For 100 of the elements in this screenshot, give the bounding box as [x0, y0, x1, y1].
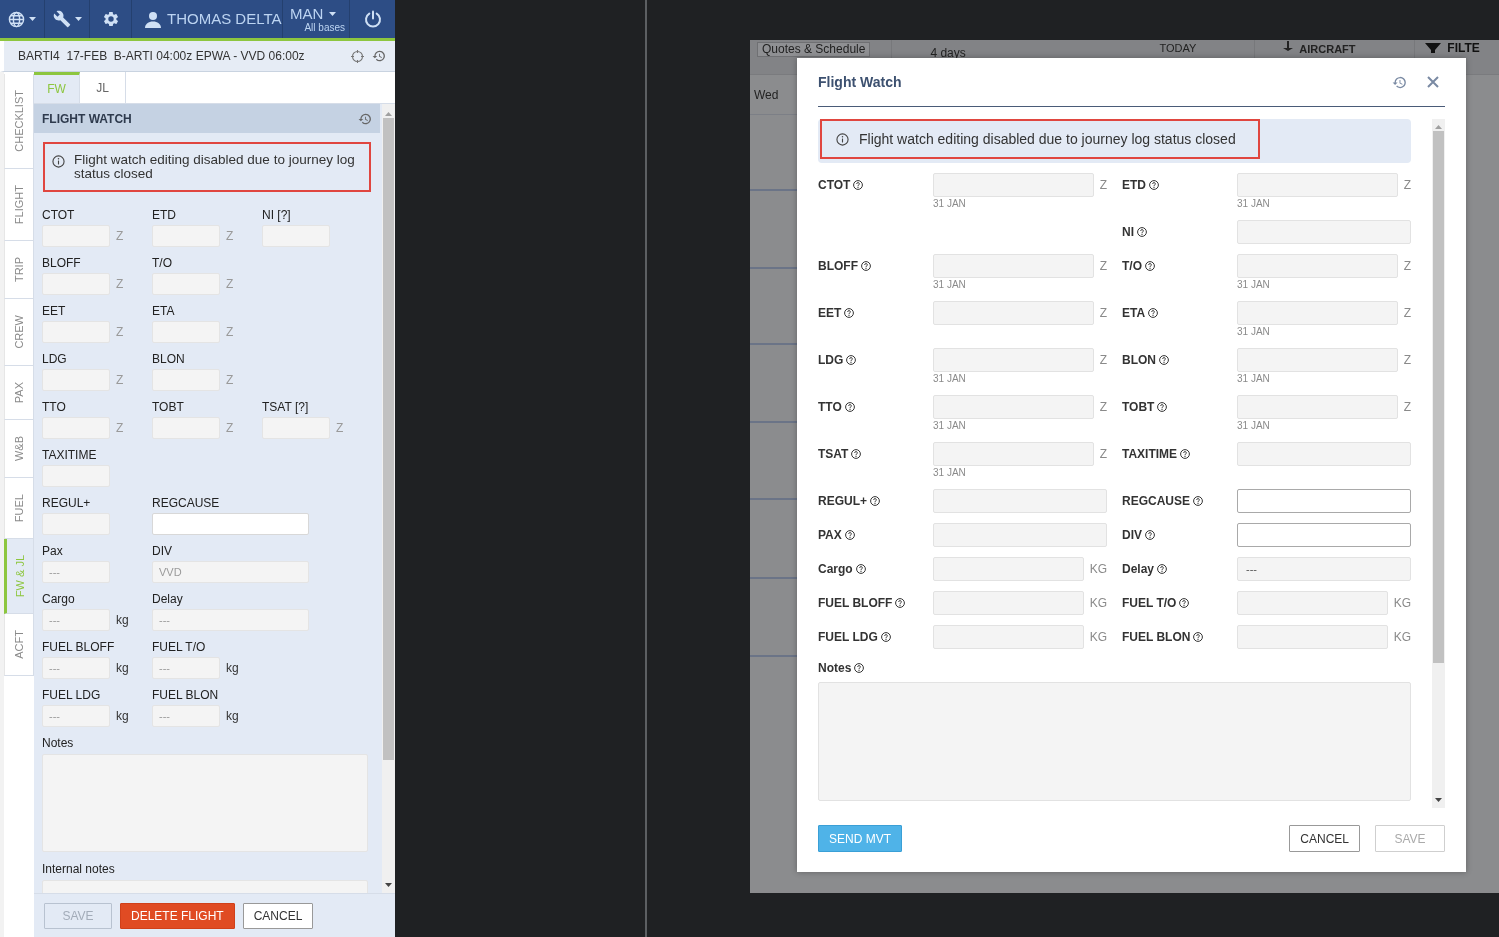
- unit-label: Z: [1403, 177, 1411, 194]
- help-icon[interactable]: [1145, 530, 1155, 540]
- field-label: BLOFF: [818, 258, 858, 275]
- field-label: LDG: [818, 352, 844, 369]
- help-icon[interactable]: [1145, 261, 1155, 271]
- action-button[interactable]: DELETE FLIGHT: [120, 902, 235, 929]
- date-label: 31 JAN: [1237, 419, 1271, 432]
- help-icon[interactable]: [895, 598, 906, 608]
- field-label: Cargo: [42, 591, 76, 607]
- unit-label: Z: [116, 228, 124, 245]
- help-icon[interactable]: [1137, 227, 1147, 237]
- help-icon[interactable]: [880, 632, 891, 642]
- help-icon[interactable]: [854, 663, 865, 673]
- field-label: FUEL T/O: [152, 639, 207, 655]
- scroll-down-icon[interactable]: [385, 883, 392, 887]
- date-label: 31 JAN: [933, 419, 967, 432]
- field-label: Cargo: [818, 561, 853, 578]
- help-icon[interactable]: [851, 449, 862, 459]
- action-button[interactable]: CANCEL: [1289, 825, 1360, 852]
- scrollbar-thumb[interactable]: [383, 118, 394, 760]
- unit-label: Z: [1099, 446, 1107, 463]
- field-label: TOBT: [1122, 399, 1155, 416]
- unit-label: KG: [1393, 629, 1411, 646]
- scroll-down-icon[interactable]: [1435, 798, 1442, 802]
- caret-icon: [29, 17, 36, 21]
- help-icon[interactable]: [1179, 598, 1190, 608]
- history-icon[interactable]: [1392, 74, 1407, 90]
- help-icon[interactable]: [1148, 308, 1159, 318]
- field-label: FUEL T/O: [1122, 595, 1177, 612]
- help-icon[interactable]: [846, 355, 857, 365]
- field-label: Delay: [152, 591, 184, 607]
- field-label: TTO: [42, 399, 67, 415]
- history-icon[interactable]: [358, 111, 372, 126]
- side-tab[interactable]: W&B: [4, 419, 34, 478]
- history-icon[interactable]: [372, 49, 386, 63]
- scroll-up-icon[interactable]: [1435, 125, 1442, 129]
- input-field[interactable]: [1237, 523, 1411, 547]
- side-tab[interactable]: PAX: [4, 365, 34, 420]
- unit-label: Z: [226, 372, 234, 389]
- field-label: BLON: [1122, 352, 1156, 369]
- unit-label: Z: [116, 372, 124, 389]
- help-icon[interactable]: [1193, 496, 1203, 506]
- date-label: 31 JAN: [933, 466, 967, 479]
- date-label: 31 JAN: [1237, 372, 1271, 385]
- range-label: 4 days: [930, 46, 966, 60]
- side-tab[interactable]: CREW: [4, 298, 34, 366]
- unit-label: kg: [226, 708, 239, 725]
- field-label: FUEL BLON: [1122, 629, 1191, 646]
- scrollbar-thumb[interactable]: [1433, 131, 1444, 663]
- field-label: FUEL BLOFF: [42, 639, 116, 655]
- help-icon[interactable]: [855, 564, 866, 574]
- help-icon[interactable]: [844, 530, 855, 540]
- field-label: TSAT: [818, 446, 849, 463]
- unit-label: kg: [116, 612, 129, 629]
- help-icon[interactable]: [861, 261, 871, 271]
- side-tab[interactable]: CHECKLIST: [4, 74, 34, 169]
- help-icon[interactable]: [1180, 449, 1191, 459]
- help-icon[interactable]: [1149, 180, 1159, 190]
- side-tab[interactable]: FUEL: [4, 477, 34, 539]
- field-label: BLOFF: [42, 255, 82, 271]
- unit-label: Z: [116, 276, 124, 293]
- field-label: Pax: [42, 543, 64, 559]
- field-label: ETA: [1122, 305, 1146, 322]
- power-icon: [363, 10, 382, 28]
- field-label: DIV: [152, 543, 173, 559]
- input-field[interactable]: [152, 513, 309, 535]
- user-name: THOMAS DELTA: [167, 8, 282, 29]
- unit-label: kg: [226, 660, 239, 677]
- help-icon[interactable]: [1157, 564, 1168, 574]
- side-tab[interactable]: TRIP: [4, 240, 34, 299]
- side-tab[interactable]: FLIGHT: [4, 168, 34, 241]
- notes-field[interactable]: [818, 682, 1411, 801]
- field-label: CTOT: [818, 177, 851, 194]
- field-label: NI [?]: [262, 207, 292, 223]
- help-icon[interactable]: [1157, 402, 1168, 412]
- help-icon[interactable]: [844, 402, 855, 412]
- info-icon: [52, 155, 65, 168]
- field-label: EET: [818, 305, 842, 322]
- field-label: REGUL+: [818, 493, 867, 510]
- unit-label: Z: [336, 420, 344, 437]
- flight-summary: BARTI4 17-FEB B-ARTI 04:00z EPWA - VVD 06:00z: [18, 48, 306, 65]
- scroll-up-icon[interactable]: [385, 112, 392, 116]
- unit-label: Z: [1403, 258, 1411, 275]
- action-button[interactable]: SEND MVT: [818, 825, 902, 852]
- input-field[interactable]: [1237, 489, 1411, 513]
- help-icon[interactable]: [1159, 355, 1169, 365]
- field-label: Delay: [1122, 561, 1155, 578]
- side-tab[interactable]: ACFT: [4, 614, 34, 676]
- help-icon[interactable]: [853, 180, 864, 190]
- crosshair-icon[interactable]: [351, 49, 364, 63]
- help-icon[interactable]: [870, 496, 880, 506]
- field-label: CTOT: [42, 207, 76, 223]
- field-label: T/O: [1122, 258, 1142, 275]
- action-button[interactable]: CANCEL: [242, 902, 314, 929]
- help-icon[interactable]: [844, 308, 855, 318]
- help-icon[interactable]: [1193, 632, 1204, 642]
- close-icon[interactable]: [1427, 76, 1439, 88]
- field-label: T/O: [152, 255, 173, 271]
- schedule-button[interactable]: Quotes & Schedule: [757, 42, 871, 57]
- field-label: TAXITIME: [42, 447, 98, 463]
